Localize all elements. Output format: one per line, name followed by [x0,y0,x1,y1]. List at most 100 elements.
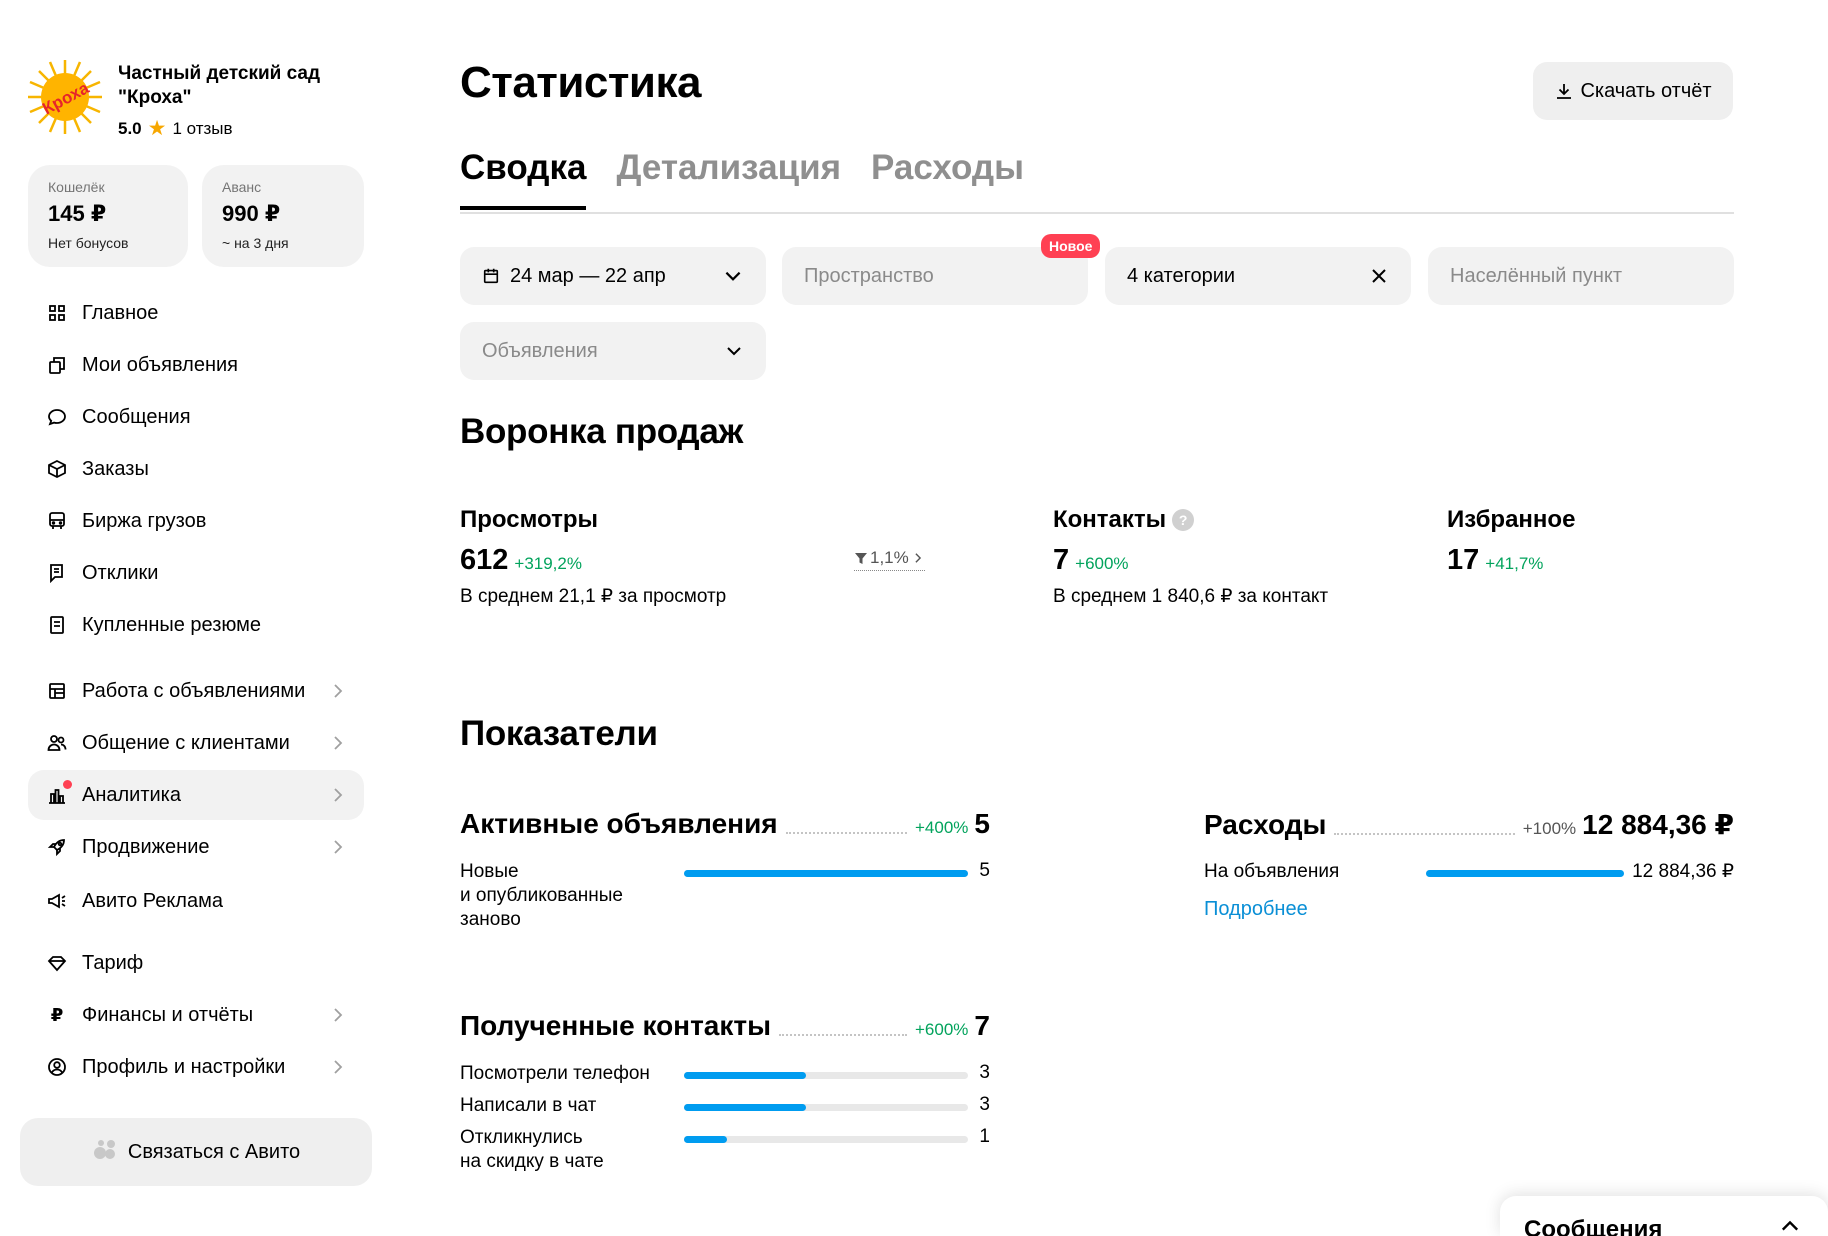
shop-name[interactable]: Частный детский сад "Кроха" [118,62,358,110]
conversion-value: 1,1% [870,548,909,567]
ruble-icon: ₽ [50,1004,64,1025]
dotted-leader [785,832,907,834]
rocket-icon [46,836,68,858]
favorites-delta: +41,7% [1485,554,1544,573]
tabs: Сводка Детализация Расходы [460,148,1024,210]
contact-avito-button[interactable]: Связаться с Авито [20,1118,372,1186]
chevron-right-icon [334,684,343,698]
shop-header[interactable]: Кроха Частный детский сад "Кроха" 5.0 ★ … [26,58,366,148]
advance-card[interactable]: Аванс 990 ₽ ~ на 3 дня [202,165,364,267]
ads-select[interactable]: Объявления [460,322,766,380]
chevron-right-icon [334,840,343,854]
row-value: 5 [979,860,990,881]
sidebar-item-clients[interactable]: Общение с клиентами [28,718,364,768]
truck-icon [46,510,68,532]
messages-panel-title: Сообщения [1524,1216,1663,1236]
space-select[interactable]: Пространство [782,247,1088,305]
sidebar-item-label: Продвижение [82,835,210,858]
grid-icon [46,302,68,324]
expenses-header: Расходы +100% 12 884,36 ₽ [1204,808,1734,841]
sidebar: Кроха Частный детский сад "Кроха" 5.0 ★ … [0,0,380,1236]
advance-label: Аванс [222,179,262,195]
copy-icon [46,354,68,376]
megaphone-icon [46,890,68,912]
city-select[interactable]: Населённый пункт [1428,247,1734,305]
dotted-leader [779,1034,907,1036]
tab-summary[interactable]: Сводка [460,148,587,210]
shop-rating[interactable]: 5.0 ★ 1 отзыв [118,118,233,139]
progress-bar [1426,870,1624,877]
sidebar-item-finance[interactable]: ₽ Финансы и отчёты [28,990,364,1040]
sidebar-item-label: Общение с клиентами [82,731,290,754]
filter-funnel-icon [855,553,867,564]
reviews-count[interactable]: 1 отзыв [172,119,232,139]
chat-icon [46,406,68,428]
help-icon[interactable]: ? [1172,509,1195,531]
contacts-delta: +600% [1075,554,1129,573]
contact-avito-label: Связаться с Авито [127,1140,301,1163]
expenses-delta: +100% [1522,819,1577,838]
advance-value: 990 ₽ [222,201,281,226]
sidebar-item-responses[interactable]: Отклики [28,548,364,598]
contacts-received-delta: +600% [915,1020,969,1039]
wallet-sub: Нет бонусов [48,235,129,251]
download-report-label: Скачать отчёт [1580,79,1712,102]
sidebar-item-resumes[interactable]: Купленные резюме [28,600,364,650]
sidebar-item-promotion[interactable]: Продвижение [28,822,364,872]
messages-panel[interactable]: Сообщения [1500,1196,1828,1236]
row-value: 3 [979,1062,990,1083]
download-report-button[interactable]: Скачать отчёт [1533,62,1733,120]
sidebar-item-freight[interactable]: Биржа грузов [28,496,364,546]
funnel-title: Воронка продаж [460,412,743,451]
date-range-select[interactable]: 24 мар — 22 апр [460,247,766,305]
chevron-right-icon [334,736,343,750]
sidebar-item-my-ads[interactable]: Мои объявления [28,340,364,390]
contacts-row-phone: Посмотрели телефон 3 [460,1062,990,1090]
rating-score: 5.0 [118,118,142,138]
wallet-card[interactable]: Кошелёк 145 ₽ Нет бонусов [28,165,188,267]
details-link[interactable]: Подробнее [1204,898,1308,921]
sidebar-item-main[interactable]: Главное [28,288,364,338]
sidebar-item-tariff[interactable]: Тариф [28,938,364,988]
categories-select[interactable]: 4 категории [1105,247,1411,305]
close-icon[interactable] [1369,266,1389,286]
row-label: Откликнулись на скидку в чате [460,1127,604,1172]
row-value: 1 [979,1126,990,1147]
tab-expenses[interactable]: Расходы [871,148,1024,210]
expenses-value: 12 884,36 ₽ [1582,809,1734,840]
progress-fill [684,870,968,877]
box-icon [46,458,68,480]
responses-icon [46,562,68,584]
page-title: Статистика [460,58,701,107]
sidebar-item-messages[interactable]: Сообщения [28,392,364,442]
sidebar-item-label: Аналитика [82,783,181,806]
expenses-title: Расходы [1204,809,1327,840]
sidebar-item-label: Отклики [82,561,159,584]
sidebar-item-label: Профиль и настройки [82,1055,286,1078]
sidebar-item-avito-ads[interactable]: Авито Реклама [28,876,364,926]
row-label: Написали в чат [460,1095,597,1116]
shop-logo: Кроха [26,58,104,136]
sidebar-item-label: Биржа грузов [82,509,207,532]
row-value: 3 [979,1094,990,1115]
city-placeholder: Населённый пункт [1450,264,1623,287]
sidebar-item-orders[interactable]: Заказы [28,444,364,494]
views-avg: В среднем 21,1 ₽ за просмотр [460,586,727,607]
wallet-label: Кошелёк [48,179,105,195]
sidebar-item-ads-work[interactable]: Работа с объявлениями [28,666,364,716]
contacts-received-value: 7 [974,1010,990,1041]
sidebar-item-label: Заказы [82,457,149,480]
sidebar-item-profile[interactable]: Профиль и настройки [28,1042,364,1092]
wallet-value: 145 ₽ [48,201,107,226]
contacts-row-chat: Написали в чат 3 [460,1094,990,1122]
progress-fill [684,1136,727,1143]
conversion-link[interactable]: 1,1% [854,548,925,571]
new-badge: Новое [1041,234,1101,258]
chevron-up-icon[interactable] [1778,1214,1802,1236]
funnel-contacts: Контакты? 7 +600% В среднем 1 840,6 ₽ за… [1053,506,1328,608]
active-ads-row: Новые и опубликованные заново 5 [460,860,990,932]
row-label: Посмотрели телефон [460,1063,650,1084]
sidebar-item-analytics[interactable]: Аналитика [28,770,364,820]
tab-details[interactable]: Детализация [616,148,841,210]
funnel-views: Просмотры 612 +319,2% В среднем 21,1 ₽ з… [460,506,726,608]
